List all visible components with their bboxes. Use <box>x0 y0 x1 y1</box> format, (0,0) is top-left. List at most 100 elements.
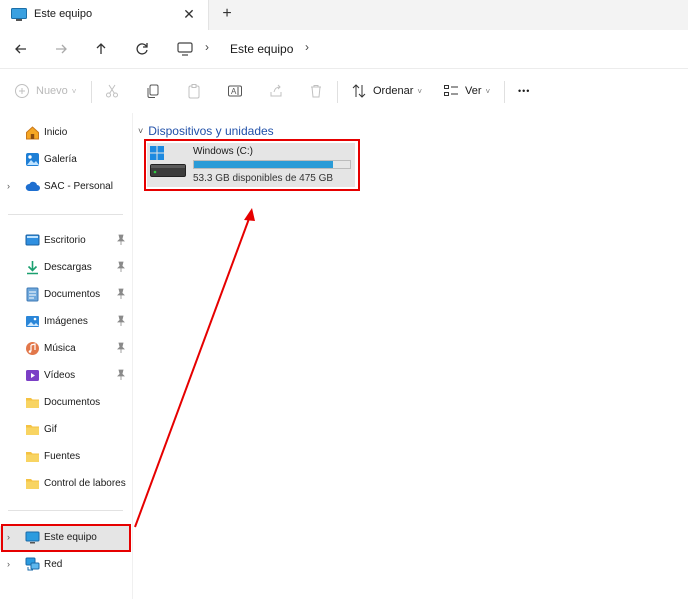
sidebar-item-label: Imágenes <box>44 316 88 327</box>
sidebar-item-label: Galería <box>44 154 77 165</box>
new-tab-button[interactable]: + <box>219 5 235 23</box>
close-tab-button[interactable]: ✕ <box>181 5 197 23</box>
pin-icon[interactable] <box>116 369 126 381</box>
arrow-left-icon <box>15 44 26 54</box>
view-button[interactable]: Ver ˅ <box>443 81 490 101</box>
svg-text:A: A <box>231 87 237 96</box>
pictures-icon <box>26 316 39 327</box>
sidebar-item-label: Documentos <box>44 397 101 408</box>
arrow-right-icon <box>56 44 67 54</box>
paste-button[interactable] <box>186 81 202 101</box>
home-icon <box>26 126 39 140</box>
copy-icon <box>147 84 159 98</box>
tab-este-equipo[interactable]: Este equipo ✕ <box>0 0 209 30</box>
documents-icon <box>26 287 39 302</box>
folder-icon <box>26 452 39 462</box>
share-icon <box>270 84 282 97</box>
sidebar-item-escritorio[interactable]: Escritorio <box>0 229 130 253</box>
sidebar-item-control-de-labores[interactable]: Control de labores <box>0 472 130 496</box>
pin-icon[interactable] <box>116 261 126 273</box>
pin-icon[interactable] <box>116 342 126 354</box>
delete-button[interactable] <box>308 81 324 101</box>
sidebar-item-label: Fuentes <box>44 451 81 462</box>
more-options-button[interactable]: ••• <box>518 81 530 101</box>
sort-icon <box>352 84 366 98</box>
sidebar-item-descargas[interactable]: Descargas <box>0 256 130 280</box>
pin-icon[interactable] <box>116 234 126 246</box>
scissors-icon <box>106 84 118 98</box>
gallery-icon <box>26 153 39 166</box>
chevron-down-icon: ˅ <box>485 86 491 96</box>
tab-title: Este equipo <box>34 8 93 20</box>
group-title: Dispositivos y unidades <box>148 124 274 138</box>
videos-icon <box>26 370 39 381</box>
sidebar-item-videos[interactable]: Vídeos <box>0 364 130 388</box>
share-button[interactable] <box>268 81 284 101</box>
cut-button[interactable] <box>104 81 120 101</box>
sidebar-item-documentos[interactable]: Documentos <box>0 283 130 307</box>
breadcrumb-chevron-icon[interactable]: › <box>205 40 209 54</box>
annotation-highlight-drive <box>144 139 360 191</box>
address-row: › Este equipo › <box>0 30 688 69</box>
new-label: Nuevo <box>36 85 68 97</box>
sort-label: Ordenar <box>373 85 414 97</box>
pane-divider <box>132 113 133 599</box>
sidebar-item-label: Control de labores <box>44 478 126 489</box>
folder-icon <box>26 479 39 489</box>
cloud-icon <box>25 181 40 191</box>
computer-icon <box>11 8 27 21</box>
refresh-icon <box>136 43 148 55</box>
forward-button[interactable] <box>51 39 71 59</box>
refresh-button[interactable] <box>132 39 152 59</box>
annotation-highlight-este-equipo <box>1 524 131 552</box>
sidebar-item-fuentes[interactable]: Fuentes <box>0 445 130 469</box>
sidebar-divider <box>8 510 123 511</box>
download-icon <box>27 261 38 275</box>
sidebar-item-label: Documentos <box>44 289 101 300</box>
folder-icon <box>26 398 39 408</box>
chevron-down-icon: ˅ <box>417 86 423 96</box>
sidebar-item-label: Descargas <box>44 262 92 273</box>
plus-circle-icon <box>15 84 29 98</box>
sidebar-item-galeria[interactable]: Galería <box>0 148 130 172</box>
copy-button[interactable] <box>145 81 161 101</box>
sidebar-item-documentos-folder[interactable]: Documentos <box>0 391 130 415</box>
sidebar-item-red[interactable]: › Red <box>0 553 130 577</box>
back-button[interactable] <box>11 39 31 59</box>
network-icon <box>25 557 40 571</box>
folder-icon <box>26 425 39 435</box>
sidebar-item-imagenes[interactable]: Imágenes <box>0 310 130 334</box>
new-button[interactable]: Nuevo ˅ <box>14 81 76 101</box>
chevron-down-icon: ˅ <box>138 126 144 136</box>
sidebar-item-label: Inicio <box>44 127 68 138</box>
sidebar-divider <box>8 214 123 215</box>
rename-icon: A <box>228 85 242 97</box>
breadcrumb-chevron-icon[interactable]: › <box>305 40 309 54</box>
sidebar-item-label: Gif <box>44 424 57 435</box>
group-header-dispositivos[interactable]: ˅ Dispositivos y unidades <box>138 123 274 139</box>
sidebar-item-label: Música <box>44 343 76 354</box>
pin-icon[interactable] <box>116 288 126 300</box>
sidebar-item-gif[interactable]: Gif <box>0 418 130 442</box>
sidebar-item-label: Red <box>44 559 63 570</box>
pin-icon[interactable] <box>116 315 126 327</box>
sidebar-item-label: Escritorio <box>44 235 86 246</box>
sidebar-item-inicio[interactable]: Inicio <box>0 121 130 145</box>
up-button[interactable] <box>91 39 111 59</box>
chevron-right-icon[interactable]: › <box>7 181 10 191</box>
sidebar-item-musica[interactable]: Música <box>0 337 130 361</box>
music-icon <box>26 342 39 355</box>
sidebar-item-label: Vídeos <box>44 370 76 381</box>
breadcrumb-este-equipo[interactable]: Este equipo <box>230 42 293 56</box>
sidebar-item-label: SAC - Personal <box>44 181 113 192</box>
view-list-icon <box>444 85 458 96</box>
command-bar: Nuevo ˅ A Ordenar ˅ Ver ˅ ••• <box>0 69 688 113</box>
toolbar-divider <box>337 81 338 103</box>
chevron-right-icon[interactable]: › <box>7 559 10 569</box>
desktop-icon <box>25 234 40 246</box>
rename-button[interactable]: A <box>227 81 243 101</box>
title-bar: Este equipo ✕ + <box>0 0 688 30</box>
toolbar-divider <box>504 81 505 103</box>
sidebar-item-sac-personal[interactable]: › SAC - Personal <box>0 175 130 199</box>
sort-button[interactable]: Ordenar ˅ <box>351 81 422 101</box>
